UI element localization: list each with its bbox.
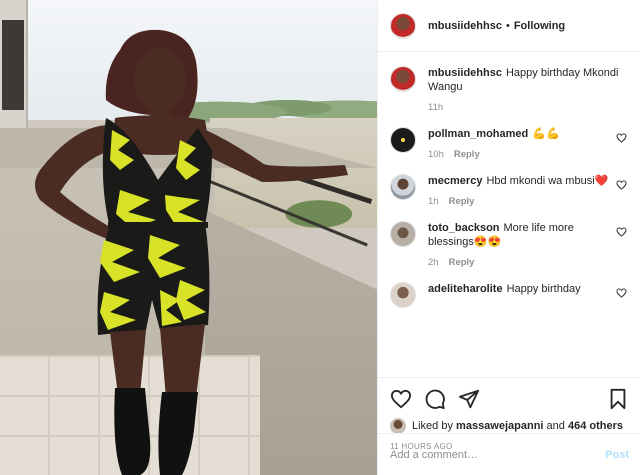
post-header: mbusiidehhsc • Following: [378, 0, 640, 52]
likes-summary: Liked by massawejapanni and 464 others: [390, 418, 628, 434]
comment-body: pollman_mohamed 💪💪 10h Reply: [428, 127, 616, 162]
comment-text: Hbd mkondi wa mbusi❤️: [486, 175, 609, 187]
comment-body: mecmercy Hbd mkondi wa mbusi❤️ 1h Reply: [428, 174, 616, 209]
reply-button[interactable]: Reply: [449, 257, 475, 268]
photo-subject: [35, 29, 348, 475]
likes-count[interactable]: 464 others: [568, 420, 623, 432]
comment-meta: 1h Reply: [428, 195, 616, 209]
reply-button[interactable]: Reply: [454, 149, 480, 160]
comment-like-heart-icon[interactable]: [616, 180, 628, 190]
instagram-post: mbusiidehhsc • Following mbusiidehhsc Hap…: [0, 0, 640, 475]
caption: mbusiidehhsc Happy birthday Mkondi Wangu …: [390, 66, 628, 115]
post-side-panel: mbusiidehhsc • Following mbusiidehhsc Hap…: [377, 0, 640, 475]
caption-avatar[interactable]: [390, 66, 416, 92]
comment-avatar[interactable]: [390, 221, 416, 247]
caption-body: mbusiidehhsc Happy birthday Mkondi Wangu …: [428, 66, 628, 115]
add-comment-bar: Post: [378, 433, 640, 475]
comment-text: Happy birthday: [506, 283, 581, 295]
liker-avatar[interactable]: [390, 418, 406, 434]
author-username[interactable]: mbusiidehhsc: [428, 20, 502, 32]
comment-item: toto_backson More life more blessings😍😍 2…: [390, 221, 628, 270]
comment-meta: 2h Reply: [428, 256, 616, 270]
reply-button[interactable]: Reply: [449, 196, 475, 207]
caption-time[interactable]: 11h: [428, 102, 443, 113]
comment-like-heart-icon[interactable]: [616, 227, 628, 237]
bookmark-icon[interactable]: [608, 388, 628, 413]
comment-item: mecmercy Hbd mkondi wa mbusi❤️ 1h Reply: [390, 174, 628, 209]
comment-body: adeliteharolite Happy birthday: [428, 282, 616, 296]
header-separator: •: [505, 19, 510, 32]
comment-item: adeliteharolite Happy birthday: [390, 282, 628, 308]
post-comment-button[interactable]: Post: [605, 449, 629, 461]
comment-body: toto_backson More life more blessings😍😍 2…: [428, 221, 616, 270]
heart-icon[interactable]: [390, 389, 412, 412]
comment-time[interactable]: 2h: [428, 257, 439, 268]
comment-time[interactable]: 10h: [428, 149, 444, 160]
likes-and: and: [546, 420, 565, 432]
comment-avatar[interactable]: [390, 127, 416, 153]
likes-prefix: Liked by: [412, 420, 453, 432]
comment-meta: 10h Reply: [428, 148, 616, 162]
comment-time[interactable]: 1h: [428, 196, 439, 207]
comment-like-heart-icon[interactable]: [616, 288, 628, 298]
comment-avatar[interactable]: [390, 174, 416, 200]
add-comment-input[interactable]: [390, 448, 606, 461]
caption-username[interactable]: mbusiidehhsc: [428, 67, 502, 79]
share-icon[interactable]: [458, 388, 480, 413]
following-button[interactable]: Following: [514, 20, 565, 32]
comment-icon[interactable]: [424, 388, 446, 413]
comment-avatar[interactable]: [390, 282, 416, 308]
comment-like-heart-icon[interactable]: [616, 133, 628, 143]
liker-username[interactable]: massawejapanni: [456, 420, 543, 432]
comment-username[interactable]: toto_backson: [428, 222, 500, 234]
author-avatar[interactable]: [390, 12, 416, 39]
comments-list[interactable]: mbusiidehhsc Happy birthday Mkondi Wangu …: [378, 52, 640, 377]
comment-item: pollman_mohamed 💪💪 10h Reply: [390, 127, 628, 162]
comment-username[interactable]: mecmercy: [428, 175, 482, 187]
comment-username[interactable]: pollman_mohamed: [428, 128, 528, 140]
comment-username[interactable]: adeliteharolite: [428, 283, 503, 295]
comment-text: 💪💪: [532, 128, 560, 140]
caption-meta: 11h: [428, 101, 628, 115]
action-icons: [390, 386, 628, 414]
post-photo[interactable]: [0, 0, 377, 475]
